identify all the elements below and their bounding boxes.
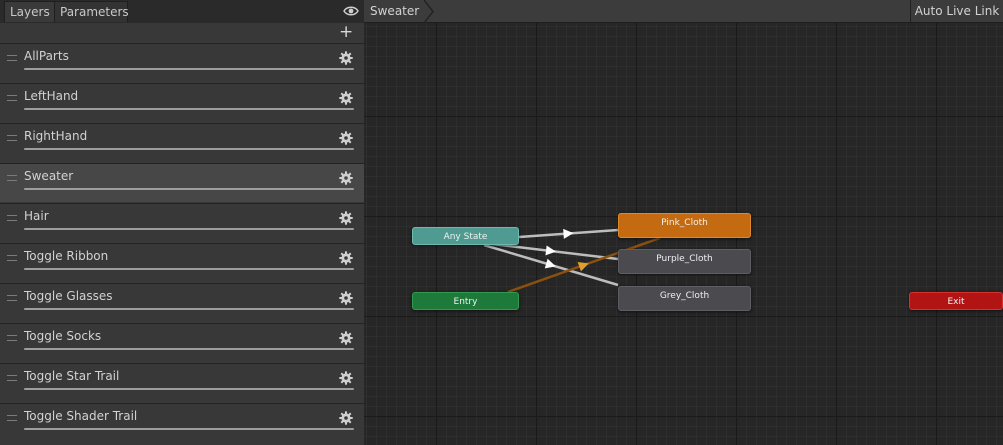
pink-cloth-label: Pink_Cloth xyxy=(661,218,708,228)
layer-weight-bar xyxy=(24,388,354,390)
arrow-icon xyxy=(577,261,589,272)
tab-layers[interactable]: Layers xyxy=(4,1,55,22)
layer-row[interactable]: Sweater xyxy=(0,163,364,202)
gear-icon[interactable] xyxy=(339,91,353,105)
drag-handle-icon[interactable] xyxy=(7,295,17,301)
layer-name: Toggle Star Trail xyxy=(24,369,120,383)
arrow-icon xyxy=(563,228,574,239)
breadcrumb-bar: Sweater Auto Live Link xyxy=(364,0,1003,23)
layer-name: Sweater xyxy=(24,169,74,183)
purple-cloth-state[interactable]: Purple_Cloth xyxy=(618,249,751,274)
layer-row[interactable]: Toggle Ribbon xyxy=(0,243,364,282)
gear-icon[interactable] xyxy=(339,331,353,345)
layer-name: Toggle Socks xyxy=(24,329,102,343)
auto-live-link-button[interactable]: Auto Live Link xyxy=(910,0,1003,23)
plus-icon[interactable]: + xyxy=(339,24,353,41)
layer-weight-bar xyxy=(24,188,354,190)
grey-cloth-state[interactable]: Grey_Cloth xyxy=(618,286,751,311)
grey-cloth-label: Grey_Cloth xyxy=(659,291,710,301)
gear-icon[interactable] xyxy=(339,51,353,65)
drag-handle-icon[interactable] xyxy=(7,135,17,141)
breadcrumb[interactable]: Sweater xyxy=(370,4,419,18)
layer-name: AllParts xyxy=(24,49,69,63)
layer-weight-bar xyxy=(24,428,354,430)
layer-row[interactable]: Toggle Star Trail xyxy=(0,363,364,402)
layer-row[interactable]: AllParts xyxy=(0,43,364,82)
drag-handle-icon[interactable] xyxy=(7,95,17,101)
eye-icon[interactable] xyxy=(343,4,359,18)
drag-handle-icon[interactable] xyxy=(7,175,17,181)
layer-weight-bar xyxy=(24,268,354,270)
gear-icon[interactable] xyxy=(339,171,353,185)
drag-handle-icon[interactable] xyxy=(7,255,17,261)
layer-weight-bar xyxy=(24,108,354,110)
gear-icon[interactable] xyxy=(339,211,353,225)
layers-panel: Layers Parameters + AllParts LeftHand Righ… xyxy=(0,0,364,445)
drag-handle-icon[interactable] xyxy=(7,335,17,341)
drag-handle-icon[interactable] xyxy=(7,415,17,421)
any-state-label: Any State xyxy=(443,232,488,242)
layer-name: Toggle Ribbon xyxy=(24,249,109,263)
layer-name: Toggle Shader Trail xyxy=(24,409,138,423)
exit-label: Exit xyxy=(947,297,965,307)
layer-row[interactable]: LeftHand xyxy=(0,83,364,122)
tab-parameters[interactable]: Parameters xyxy=(54,1,129,22)
layer-row[interactable]: Hair xyxy=(0,203,364,242)
layer-weight-bar xyxy=(24,68,354,70)
layer-name: LeftHand xyxy=(24,89,79,103)
layer-name: RightHand xyxy=(24,129,88,143)
layer-row[interactable]: Toggle Shader Trail xyxy=(0,403,364,442)
layer-weight-bar xyxy=(24,148,354,150)
layer-name: Hair xyxy=(24,209,49,223)
gear-icon[interactable] xyxy=(339,371,353,385)
layer-weight-bar xyxy=(24,308,354,310)
breadcrumb-arrow-icon xyxy=(424,0,434,23)
drag-handle-icon[interactable] xyxy=(7,215,17,221)
animator-graph-panel: Sweater Auto Live Link Any State Entry P… xyxy=(364,0,1003,445)
entry-label: Entry xyxy=(453,297,478,307)
layer-weight-bar xyxy=(24,348,354,350)
gear-icon[interactable] xyxy=(339,411,353,425)
layer-row[interactable]: Toggle Socks xyxy=(0,323,364,362)
entry-node[interactable]: Entry xyxy=(412,292,519,310)
gear-icon[interactable] xyxy=(339,131,353,145)
panel-tabs: Layers Parameters xyxy=(0,0,364,24)
state-machine-graph[interactable]: Any State Entry Pink_Cloth Purple_Cloth … xyxy=(364,23,1003,445)
layer-weight-bar xyxy=(24,228,354,230)
layer-row[interactable]: Toggle Glasses xyxy=(0,283,364,322)
pink-cloth-state[interactable]: Pink_Cloth xyxy=(618,213,751,238)
drag-handle-icon[interactable] xyxy=(7,55,17,61)
arrow-icon xyxy=(545,245,556,256)
exit-node[interactable]: Exit xyxy=(909,292,1003,310)
any-state-node[interactable]: Any State xyxy=(412,227,519,245)
layer-row[interactable]: RightHand xyxy=(0,123,364,162)
gear-icon[interactable] xyxy=(339,291,353,305)
layer-name: Toggle Glasses xyxy=(24,289,113,303)
add-layer-row xyxy=(0,23,364,42)
purple-cloth-label: Purple_Cloth xyxy=(656,254,713,264)
drag-handle-icon[interactable] xyxy=(7,375,17,381)
gear-icon[interactable] xyxy=(339,251,353,265)
